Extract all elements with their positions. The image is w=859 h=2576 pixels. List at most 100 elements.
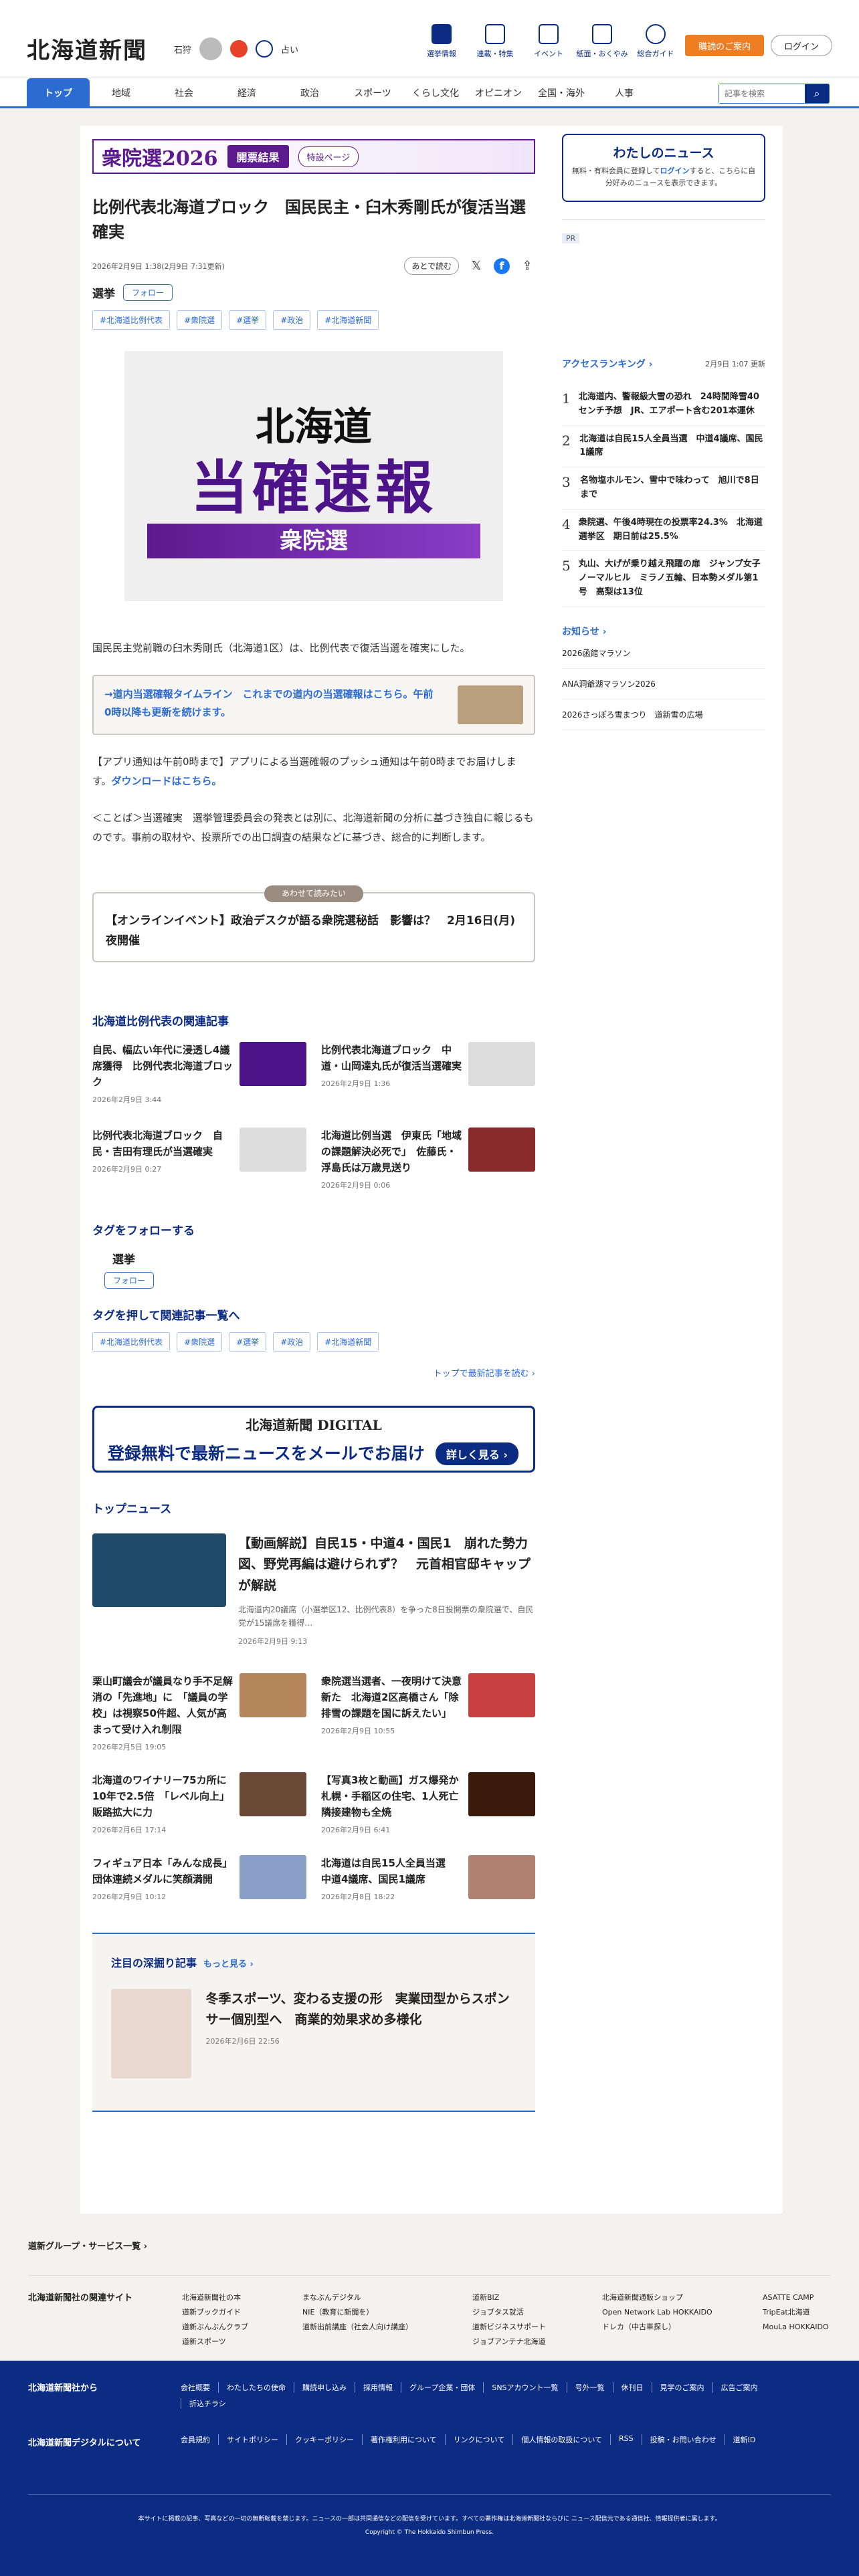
sidebar: わたしのニュース 無料・有料会員に登録してログインすると、こちらに自分好みのニュ… <box>562 134 765 730</box>
related-thumbnail <box>240 1041 306 1086</box>
deep-dive-more-link[interactable]: もっと見る › <box>203 1959 254 1969</box>
related-item[interactable]: 比例代表北海道ブロック 自民・吉田有理氏が当選確実 2026年2月9日 0:27 <box>92 1127 306 1190</box>
ranking-updated: 2月9日 1:07 更新 <box>705 360 765 368</box>
deep-dive-item[interactable]: 冬季スポーツ、変わる支援の形 実業団型からスポンサー個別型へ 商業的効果求め多様… <box>111 1988 516 2078</box>
read-also-title: 【オンラインイベント】政治デスクが語る衆院選秘話 影響は？ 2月16日(月)夜開… <box>106 914 516 948</box>
weather-widget[interactable]: 石狩 占い <box>174 37 298 60</box>
notice-item[interactable]: 2026函館マラソン <box>562 638 765 669</box>
ranking-item[interactable]: 3 名物塩ホルモン、雪中で味わって 旭川で8日まで <box>562 467 765 510</box>
sites-col-4: 北海道新聞通販ショップ Open Network Lab HOKKAIDO ドレカ（… <box>602 2293 712 2331</box>
ranking-item[interactable]: 2 北海道は自民15人全員当選 中道4議席、国民1議席 <box>562 426 765 468</box>
news-item[interactable]: フィギュア日本「みんな成長」団体連続メダルに笑顔満開 2026年2月9日 10:1… <box>92 1854 306 1902</box>
related-item[interactable]: 比例代表北海道ブロック 中道・山岡達丸氏が復活当選確実 2026年2月9日 1:3… <box>321 1041 535 1105</box>
search-icon[interactable]: ⌕ <box>805 84 829 103</box>
follow-tag-button[interactable]: フォロー <box>104 1271 155 1289</box>
nav-economy[interactable]: 経済 <box>215 78 278 107</box>
nav-culture[interactable]: くらし文化 <box>404 78 467 107</box>
corporate-footer: 北海道新聞社から 会社概要 わたしたちの使命 購読申し込み 採用情報 グループ企業・団体… <box>0 2361 859 2576</box>
ranking-item[interactable]: 5 丸山、大げが乗り越え飛躍の扉 ジャンプ女子ノーマルヒル ミラノ五輪、日本勢メダ… <box>562 551 765 607</box>
ranking-heading[interactable]: アクセスランキング › <box>562 357 653 370</box>
read-also-box[interactable]: あわせて読みたい 【オンラインイベント】政治デスクが語る衆院選秘話 影響は？ 2… <box>92 885 535 962</box>
tag-item[interactable]: #北海道比例代表 <box>92 310 171 330</box>
news-item[interactable]: 【写真3枚と動画】ガス爆発か 札幌・手稲区の住宅、1人死亡 隣接建物も全焼 202… <box>321 1772 535 1835</box>
related-item[interactable]: 自民、幅広い年代に浸透し4議席獲得 比例代表北海道ブロック 2026年2月9日 3… <box>92 1041 306 1105</box>
news-thumbnail <box>468 1854 535 1899</box>
subscribe-button[interactable]: 購読のご案内 <box>685 35 764 56</box>
latest-news-link[interactable]: トップで最新記事を読む › <box>92 1366 535 1379</box>
election-info-link[interactable]: 選挙情報 <box>415 24 468 59</box>
notice-item[interactable]: 2026さっぽろ雪まつり 道新雪の広場 <box>562 700 765 730</box>
deep-dive-thumbnail <box>111 1988 191 2078</box>
news-item[interactable]: 北海道は自民15人全員当選 中道4議席、国民1議席 2026年2月8日 18:22 <box>321 1854 535 1902</box>
nav-world[interactable]: 全国・海外 <box>530 78 593 107</box>
tag-item[interactable]: #選挙 <box>229 310 267 330</box>
download-link[interactable]: ダウンロードはこちら。 <box>112 775 222 787</box>
sites-col-3: 道新BIZ ジョブタス就活 道新ビジネスサポート ジョブアンテナ北海道 <box>472 2293 546 2346</box>
ranking-item[interactable]: 4 衆院選、午後4時現在の投票率24.3% 北海道選挙区 期日前は25.5% <box>562 510 765 552</box>
timeline-callout[interactable]: →道内当選確報タイムライン これまでの道内の当選確報はこちら。午前0時以降も更新… <box>92 674 535 735</box>
news-item[interactable]: 北海道のワイナリー75カ所に 10年で2.5倍 「レベル向上」販路拡大に力 202… <box>92 1772 306 1835</box>
sun-icon <box>230 40 248 58</box>
group-services-link[interactable]: 道新グループ・サービス一覧 › <box>28 2239 147 2252</box>
follow-tags-heading: タグをフォローする <box>92 1224 195 1238</box>
nav-society[interactable]: 社会 <box>153 78 215 107</box>
tag-item[interactable]: #政治 <box>273 310 311 330</box>
divider <box>562 219 765 220</box>
election-banner[interactable]: 衆院選2026 開票結果 特設ページ <box>92 139 535 174</box>
my-news-login-link[interactable]: ログイン <box>660 167 690 175</box>
top-news-video-thumbnail <box>92 1533 226 1607</box>
follow-button[interactable]: フォロー <box>123 284 173 302</box>
article-lead: 国民民主党前職の臼木秀剛氏（北海道1区）は、比例代表で復活当選を確実にした。 <box>92 642 470 655</box>
tag-item[interactable]: #北海道新聞 <box>317 1331 379 1352</box>
guide-link[interactable]: 総合ガイド <box>629 24 682 59</box>
share-icon[interactable]: ⇪ <box>519 258 535 274</box>
nav-sports[interactable]: スポーツ <box>341 78 404 107</box>
article-date: 2026年2月9日 1:38(2月9日 7:31更新) <box>92 261 225 271</box>
tag-item[interactable]: #衆院選 <box>177 310 223 330</box>
share-tools: あとで読む 𝕏 f ⇪ <box>404 257 535 276</box>
related-list: 自民、幅広い年代に浸透し4議席獲得 比例代表北海道ブロック 2026年2月9日 3… <box>92 1041 535 1190</box>
app-notice: 【アプリ通知は午前0時まで】アプリによる当選確報のプッシュ通知は午前0時までお届… <box>92 755 516 787</box>
cloud-icon <box>199 37 223 60</box>
site-logo[interactable]: 北海道新聞 <box>27 32 147 65</box>
event-link[interactable]: イベント <box>522 24 575 59</box>
tag-item[interactable]: #北海道比例代表 <box>92 1331 171 1352</box>
nav-region[interactable]: 地域 <box>90 78 153 107</box>
tag-item[interactable]: #選挙 <box>229 1331 267 1352</box>
nav-personnel[interactable]: 人事 <box>593 78 656 107</box>
read-later-button[interactable]: あとで読む <box>404 257 459 276</box>
hero-line2: 当確速報 <box>191 455 437 522</box>
notice-heading[interactable]: お知らせ › <box>562 625 765 638</box>
top-news-main[interactable]: 【動画解説】自民15・中道4・国民1 崩れた勢力図、野党再編は避けられず？ 元首… <box>92 1533 535 1646</box>
series-link[interactable]: 連載・特集 <box>468 24 522 59</box>
company-links: 会社概要 わたしたちの使命 購読申し込み 採用情報 グループ企業・団体 SNSアカウント一… <box>181 2382 809 2409</box>
facebook-icon[interactable]: f <box>494 257 510 274</box>
nav-politics[interactable]: 政治 <box>278 78 341 107</box>
nav-top[interactable]: トップ <box>27 78 90 107</box>
site-header: 北海道新聞 石狩 占い 選挙情報 連載・特集 イベント 紙面・おくやみ 総合ガイ… <box>0 0 859 108</box>
top-news-heading: トップニュース <box>92 1502 172 1516</box>
sites-col-1: 北海道新聞社の本 道新ブックガイド 道新ぶんぶんクラブ 道新スポーツ <box>182 2293 248 2346</box>
search-input[interactable] <box>719 84 805 103</box>
mail-detail-button[interactable]: 詳しく見る › <box>435 1442 518 1465</box>
sites-col-5: ASATTE CAMP TripEat北海道 MouLa HOKKAIDO <box>763 2293 829 2331</box>
paper-link[interactable]: 紙面・おくやみ <box>575 24 629 59</box>
related-thumbnail <box>468 1127 535 1172</box>
news-thumbnail <box>468 1772 535 1816</box>
related-item[interactable]: 北海道比例当選 伊東氏「地域の課題解決必死で」 佐藤氏・浮島氏は万歳見送り 202… <box>321 1127 535 1190</box>
notice-item[interactable]: ANA洞爺湖マラソン2026 <box>562 669 765 700</box>
news-item[interactable]: 栗山町議会が議員なり手不足解消の「先進地」に 「議員の学校」は視察50件超、人気… <box>92 1673 306 1752</box>
sites-col-2: まなぶんデジタル NIE（教育に新聞を） 道新出前講座（社会人向け講座） <box>302 2293 413 2331</box>
mail-signup-banner[interactable]: 北海道新聞 DIGITAL 登録無料で最新ニュースをメールでお届け 詳しく見る … <box>92 1405 535 1473</box>
related-sites-label: 北海道新聞社の関連サイト <box>28 2293 133 2303</box>
tag-list: #北海道比例代表 #衆院選 #選挙 #政治 #北海道新聞 <box>92 310 535 330</box>
login-button[interactable]: ログイン <box>771 35 832 56</box>
tag-item[interactable]: #政治 <box>273 1331 311 1352</box>
tag-item[interactable]: #衆院選 <box>177 1331 223 1352</box>
digital-label: 北海道新聞デジタルについて <box>28 2438 141 2448</box>
news-item[interactable]: 衆院選当選者、一夜明けて決意新た 北海道2区高橋さん「除排雪の課題を国に訴えたい… <box>321 1673 535 1752</box>
nav-opinion[interactable]: オピニオン <box>467 78 530 107</box>
tag-item[interactable]: #北海道新聞 <box>317 310 379 330</box>
ranking-item[interactable]: 1 北海道内、警報級大雪の恐れ 24時間降雪40センチ予想 JR、エアポート含む2… <box>562 384 765 426</box>
x-icon[interactable]: 𝕏 <box>468 258 484 274</box>
